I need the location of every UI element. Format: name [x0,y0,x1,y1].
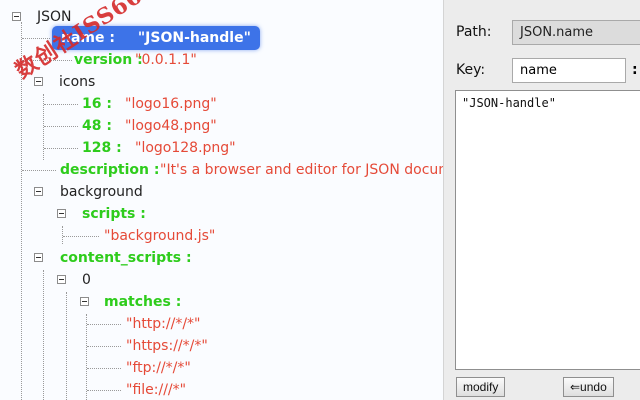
tree-separator: : [106,118,112,134]
tree-separator: : [109,30,115,46]
tree-value: "JSON-handle" [137,30,251,46]
tree-value: "logo48.png" [125,118,217,134]
tree-key: background [60,184,143,200]
editor-panel: Path: JSON.name Key: : "JSON-handle" mod… [443,0,640,400]
tree-key: matches [104,294,171,310]
tree-value: "logo128.png" [135,140,236,156]
tree-separator: : [116,140,122,156]
tree-separator: : [153,162,160,178]
tree-key: 128 [82,140,112,156]
tree-key: content_scripts [60,250,182,266]
tree-value: "logo16.png" [125,96,217,112]
json-tree-panel: JSON name : "JSON-handle" version : "0.0… [0,0,443,400]
tree-key: 48 [82,118,102,134]
tree-key: 16 [82,96,102,112]
tree-separator: : [140,206,146,222]
tree-key: 0 [82,272,91,288]
tree-guide-tick [63,236,99,237]
tree-guide-tick [87,368,121,369]
tree-separator: : [106,96,112,112]
tree-guide-tick [44,148,78,149]
tree-value: "0.0.1.1" [135,52,197,68]
collapse-icon[interactable] [57,209,66,218]
tree-key: scripts [82,206,136,222]
tree-value: "file:///*" [126,382,187,398]
undo-button[interactable]: ⇐undo [563,377,614,397]
value-textarea[interactable]: "JSON-handle" [455,90,640,370]
collapse-icon[interactable] [12,12,21,21]
tree-guide-line [86,314,87,400]
tree-value: "background.js" [104,228,216,244]
tree-guide-tick [87,390,121,391]
path-field: JSON.name [512,20,640,45]
tree-separator: : [186,250,192,266]
key-label: Key: [456,62,486,78]
tree-guide-line [43,270,44,400]
tree-key: icons [59,74,96,90]
tree-value: "http://*/*" [126,316,201,332]
tree-separator: : [175,294,182,310]
collapse-icon[interactable] [34,187,43,196]
tree-value: "ftp://*/*" [126,360,191,376]
tree-value: "It's a browser and editor for JSON docu… [160,162,443,178]
collapse-icon[interactable] [57,275,66,284]
tree-guide-tick [44,126,78,127]
tree-guide-tick [87,324,121,325]
tree-guide-tick [22,170,56,171]
collapse-icon[interactable] [34,253,43,262]
collapse-icon[interactable] [80,297,89,306]
tree-key: version [74,52,133,68]
tree-guide-line [62,226,63,244]
tree-guide-tick [87,346,121,347]
path-label: Path: [456,24,492,40]
tree-guide-tick [44,104,78,105]
key-input[interactable] [512,58,626,83]
modify-button[interactable]: modify [456,377,506,397]
key-separator: : [632,62,638,78]
tree-guide-line [66,292,67,400]
tree-key: description [60,162,149,178]
tree-value: "https://*/*" [126,338,208,354]
